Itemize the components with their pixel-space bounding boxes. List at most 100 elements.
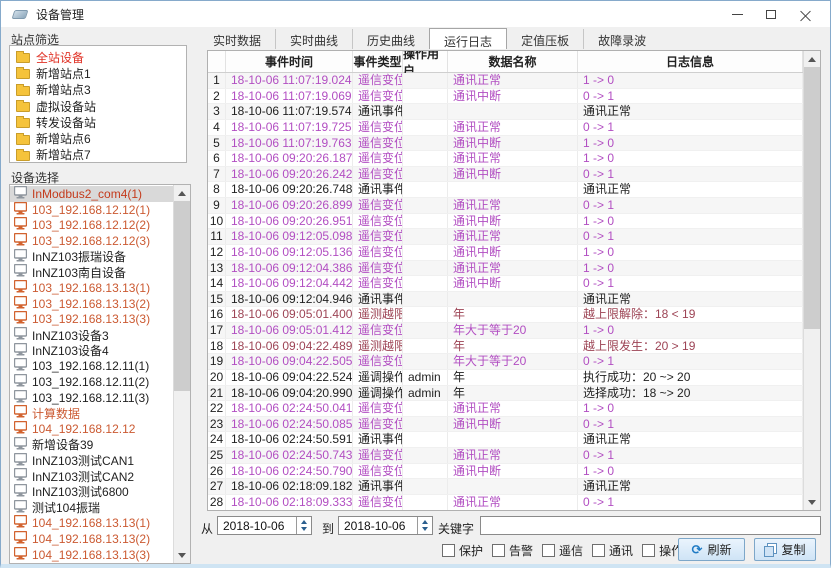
site-item[interactable]: 新增站点6 bbox=[10, 130, 186, 146]
device-list-scrollbar[interactable] bbox=[173, 185, 190, 563]
filter-checkbox[interactable]: 告警 bbox=[492, 542, 533, 559]
site-item[interactable]: 新增站点3 bbox=[10, 82, 186, 98]
checkbox-icon[interactable] bbox=[442, 544, 455, 557]
monitor-icon bbox=[14, 296, 27, 312]
filter-checkbox[interactable]: 操作 bbox=[642, 542, 683, 559]
device-item[interactable]: InNZ103测试6800 bbox=[10, 484, 173, 500]
log-row[interactable]: 918-10-06 09:20:26.899遥信变位通讯正常0 -> 1 bbox=[208, 198, 803, 214]
device-item[interactable]: InNZ103南自设备 bbox=[10, 264, 173, 280]
tab-item[interactable]: 故障录波 bbox=[583, 29, 660, 49]
checkbox-icon[interactable] bbox=[592, 544, 605, 557]
device-item[interactable]: 103_192.168.13.13(2) bbox=[10, 296, 173, 312]
filter-checkbox[interactable]: 通讯 bbox=[592, 542, 633, 559]
scrollbar-thumb[interactable] bbox=[804, 67, 820, 329]
log-row[interactable]: 518-10-06 11:07:19.763遥信变位通讯中断1 -> 0 bbox=[208, 136, 803, 152]
log-row[interactable]: 2718-10-06 02:18:09.182通讯事件通讯正常 bbox=[208, 479, 803, 495]
device-item[interactable]: 103_192.168.13.13(3) bbox=[10, 312, 173, 328]
device-item[interactable]: InNZ103测试CAN1 bbox=[10, 453, 173, 469]
log-table: 事件时间事件类型操作用户数据名称日志信息 118-10-06 11:07:19.… bbox=[207, 50, 821, 511]
tab-item[interactable]: 实时数据 bbox=[199, 29, 275, 49]
log-row[interactable]: 718-10-06 09:20:26.242遥信变位通讯中断0 -> 1 bbox=[208, 167, 803, 183]
log-row[interactable]: 2418-10-06 02:24:50.591通讯事件通讯正常 bbox=[208, 432, 803, 448]
device-item[interactable]: 103_192.168.12.12(3) bbox=[10, 233, 173, 249]
site-item[interactable]: 新增站点1 bbox=[10, 65, 186, 81]
log-row[interactable]: 118-10-06 11:07:19.024遥信变位通讯正常1 -> 0 bbox=[208, 73, 803, 89]
device-item[interactable]: 103_192.168.12.12(2) bbox=[10, 217, 173, 233]
log-row[interactable]: 1718-10-06 09:05:01.412遥信变位年大于等于201 -> 0 bbox=[208, 323, 803, 339]
log-row[interactable]: 218-10-06 11:07:19.069遥信变位通讯中断0 -> 1 bbox=[208, 89, 803, 105]
site-list[interactable]: 全站设备新增站点1新增站点3虚拟设备站转发设备站新增站点6新增站点7 bbox=[9, 45, 187, 163]
copy-button[interactable]: 复制 bbox=[754, 538, 816, 561]
site-item[interactable]: 全站设备 bbox=[10, 49, 186, 65]
device-item[interactable]: 104_192.168.13.13(3) bbox=[10, 547, 173, 563]
device-item[interactable]: 103_192.168.12.11(2) bbox=[10, 374, 173, 390]
tab-item[interactable]: 历史曲线 bbox=[352, 29, 429, 49]
date-to-input[interactable] bbox=[339, 519, 417, 533]
log-row[interactable]: 2818-10-06 02:18:09.333遥信变位通讯正常0 -> 1 bbox=[208, 495, 803, 510]
scroll-up-icon[interactable] bbox=[804, 51, 820, 67]
log-row[interactable]: 1818-10-06 09:04:22.489遥测越限年越上限发生：20 > 1… bbox=[208, 339, 803, 355]
date-from-input[interactable] bbox=[218, 519, 296, 533]
log-cell: 年 bbox=[448, 339, 578, 354]
device-item[interactable]: 104_192.168.13.13(2) bbox=[10, 531, 173, 547]
log-row[interactable]: 818-10-06 09:20:26.748通讯事件通讯正常 bbox=[208, 182, 803, 198]
device-item[interactable]: 新增设备39 bbox=[10, 437, 173, 453]
tab-item[interactable]: 实时曲线 bbox=[275, 29, 352, 49]
log-row[interactable]: 2218-10-06 02:24:50.041遥信变位通讯正常1 -> 0 bbox=[208, 401, 803, 417]
site-item[interactable]: 新增站点7 bbox=[10, 147, 186, 163]
device-item[interactable]: 测试104振瑞 bbox=[10, 500, 173, 516]
keyword-input[interactable] bbox=[480, 516, 821, 535]
device-item[interactable]: InNZ103测试CAN2 bbox=[10, 468, 173, 484]
device-item[interactable]: 103_192.168.12.11(3) bbox=[10, 390, 173, 406]
filter-checkbox[interactable]: 遥信 bbox=[542, 542, 583, 559]
log-row[interactable]: 1018-10-06 09:20:26.951遥信变位通讯中断1 -> 0 bbox=[208, 214, 803, 230]
maximize-button[interactable] bbox=[754, 3, 788, 25]
device-item[interactable]: 103_192.168.12.11(1) bbox=[10, 359, 173, 375]
log-row[interactable]: 318-10-06 11:07:19.574通讯事件通讯正常 bbox=[208, 104, 803, 120]
log-row[interactable]: 1318-10-06 09:12:04.386遥信变位通讯正常1 -> 0 bbox=[208, 261, 803, 277]
log-row[interactable]: 1418-10-06 09:12:04.442遥信变位通讯中断0 -> 1 bbox=[208, 276, 803, 292]
log-row[interactable]: 1918-10-06 09:04:22.505遥信变位年大于等于200 -> 1 bbox=[208, 354, 803, 370]
log-row[interactable]: 1518-10-06 09:12:04.946通讯事件通讯正常 bbox=[208, 292, 803, 308]
filter-checkbox[interactable]: 保护 bbox=[442, 542, 483, 559]
device-item[interactable]: 103_192.168.13.13(1) bbox=[10, 280, 173, 296]
device-item[interactable]: InModbus2_com4(1) bbox=[10, 186, 173, 202]
close-button[interactable] bbox=[788, 3, 822, 25]
tab-item[interactable]: 运行日志 bbox=[429, 28, 507, 49]
log-row[interactable]: 1118-10-06 09:12:05.098遥信变位通讯正常0 -> 1 bbox=[208, 229, 803, 245]
log-row[interactable]: 2518-10-06 02:24:50.743遥信变位通讯正常0 -> 1 bbox=[208, 448, 803, 464]
scroll-down-icon[interactable] bbox=[174, 547, 190, 563]
log-row[interactable]: 1218-10-06 09:12:05.136遥信变位通讯中断1 -> 0 bbox=[208, 245, 803, 261]
scrollbar-thumb[interactable] bbox=[174, 201, 190, 391]
log-row[interactable]: 618-10-06 09:20:26.187遥信变位通讯正常1 -> 0 bbox=[208, 151, 803, 167]
refresh-button[interactable]: ⟳ 刷新 bbox=[678, 538, 745, 561]
date-spinner[interactable] bbox=[296, 517, 311, 534]
log-row[interactable]: 2018-10-06 09:04:22.524遥调操作admin年执行成功：20… bbox=[208, 370, 803, 386]
checkbox-icon[interactable] bbox=[642, 544, 655, 557]
device-list[interactable]: InModbus2_com4(1)103_192.168.12.12(1)103… bbox=[10, 185, 173, 563]
log-row[interactable]: 2318-10-06 02:24:50.085遥信变位通讯中断0 -> 1 bbox=[208, 417, 803, 433]
device-item[interactable]: 104_192.168.12.12 bbox=[10, 421, 173, 437]
scroll-down-icon[interactable] bbox=[804, 494, 820, 510]
tab-item[interactable]: 定值压板 bbox=[507, 29, 583, 49]
minimize-button[interactable] bbox=[720, 3, 754, 25]
device-item[interactable]: 计算数据 bbox=[10, 406, 173, 422]
device-item[interactable]: 103_192.168.12.12(1) bbox=[10, 202, 173, 218]
device-item[interactable]: 104_192.168.13.13(1) bbox=[10, 515, 173, 531]
log-table-body: 118-10-06 11:07:19.024遥信变位通讯正常1 -> 0218-… bbox=[208, 73, 803, 510]
device-item[interactable]: InNZ103振瑞设备 bbox=[10, 249, 173, 265]
log-row[interactable]: 2118-10-06 09:04:20.990遥调操作admin年选择成功：18… bbox=[208, 386, 803, 402]
log-table-scrollbar[interactable] bbox=[803, 51, 820, 510]
checkbox-icon[interactable] bbox=[492, 544, 505, 557]
checkbox-icon[interactable] bbox=[542, 544, 555, 557]
device-item[interactable]: InNZ103设备4 bbox=[10, 343, 173, 359]
log-row[interactable]: 2618-10-06 02:24:50.790遥信变位通讯中断1 -> 0 bbox=[208, 464, 803, 480]
scroll-up-icon[interactable] bbox=[174, 185, 190, 201]
site-item[interactable]: 转发设备站 bbox=[10, 114, 186, 130]
date-spinner[interactable] bbox=[417, 517, 432, 534]
log-row[interactable]: 1618-10-06 09:05:01.400遥测越限年越上限解除：18 < 1… bbox=[208, 307, 803, 323]
log-cell: admin bbox=[403, 370, 448, 385]
device-item[interactable]: InNZ103设备3 bbox=[10, 327, 173, 343]
log-row[interactable]: 418-10-06 11:07:19.725遥信变位通讯正常0 -> 1 bbox=[208, 120, 803, 136]
site-item[interactable]: 虚拟设备站 bbox=[10, 98, 186, 114]
